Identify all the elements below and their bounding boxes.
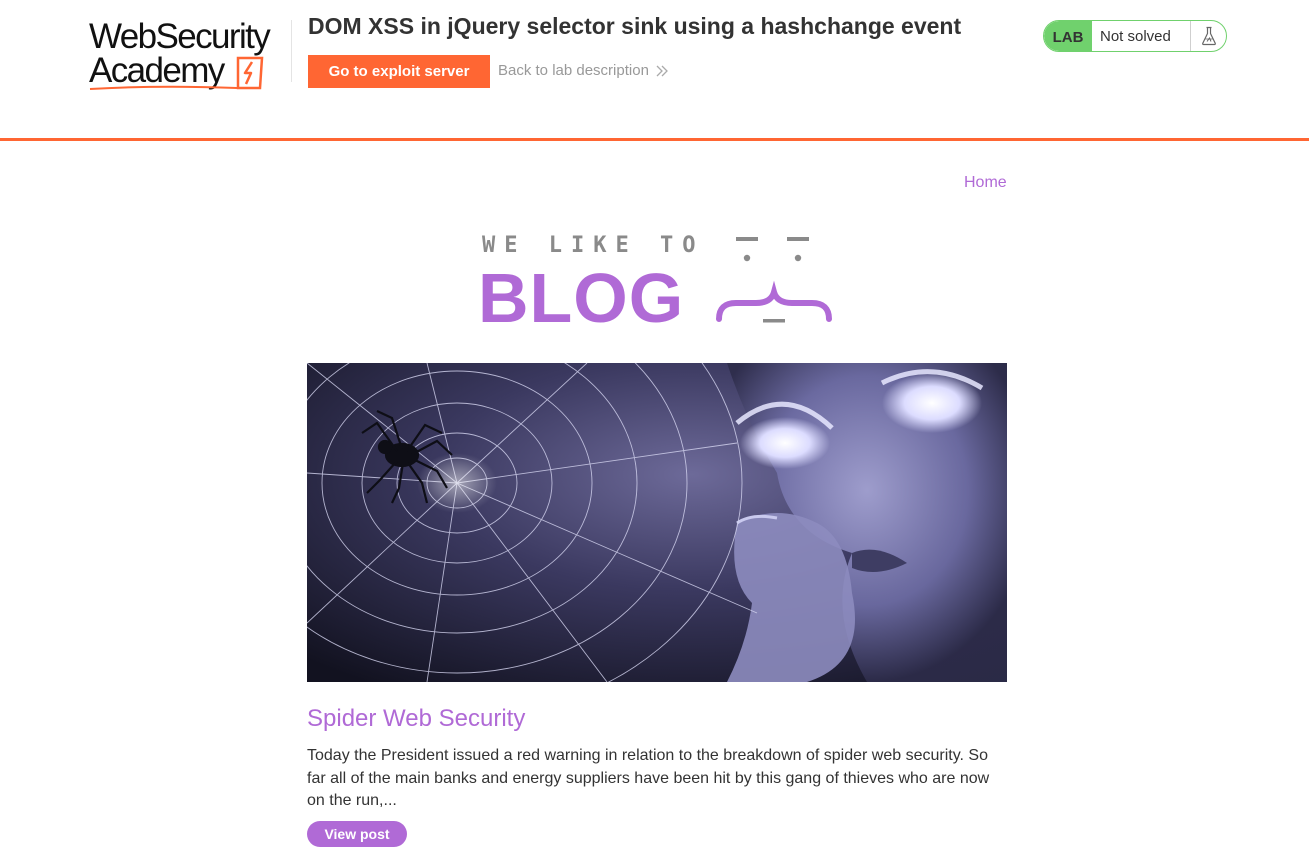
header-divider (291, 20, 292, 82)
go-to-exploit-server-button[interactable]: Go to exploit server (308, 55, 490, 88)
we-like-to-blog-banner: WE LIKE TO BLOG (478, 233, 832, 330)
back-link-label: Back to lab description (498, 62, 649, 79)
logo-line1: WebSecurity (89, 17, 271, 56)
post-title[interactable]: Spider Web Security (307, 705, 525, 733)
lab-status-text: Not solved (1100, 27, 1171, 45)
lab-title: DOM XSS in jQuery selector sink using a … (308, 13, 962, 39)
banner-tagline: WE LIKE TO (482, 233, 704, 258)
lab-status-widget: LAB Not solved (1043, 20, 1227, 52)
double-chevron-right-icon (656, 65, 668, 76)
flask-icon (1190, 21, 1226, 51)
academy-header: WebSecurity Academy DOM XSS in jQuery se… (0, 0, 1309, 141)
banner-face-icon (716, 237, 832, 323)
nav-home-link[interactable]: Home (964, 174, 1007, 192)
banner-word: BLOG (478, 259, 684, 330)
logo-line2: Academy (89, 51, 225, 90)
view-post-button[interactable]: View post (307, 821, 407, 847)
post-image[interactable] (307, 363, 1007, 682)
back-to-lab-description-link[interactable]: Back to lab description (498, 62, 669, 79)
post-excerpt: Today the President issued a red warning… (307, 747, 990, 809)
logo-bolt-icon (236, 56, 264, 90)
logo-swoosh-icon (89, 85, 238, 90)
web-security-academy-logo[interactable]: WebSecurity Academy (89, 18, 289, 92)
lab-badge: LAB (1044, 21, 1092, 51)
